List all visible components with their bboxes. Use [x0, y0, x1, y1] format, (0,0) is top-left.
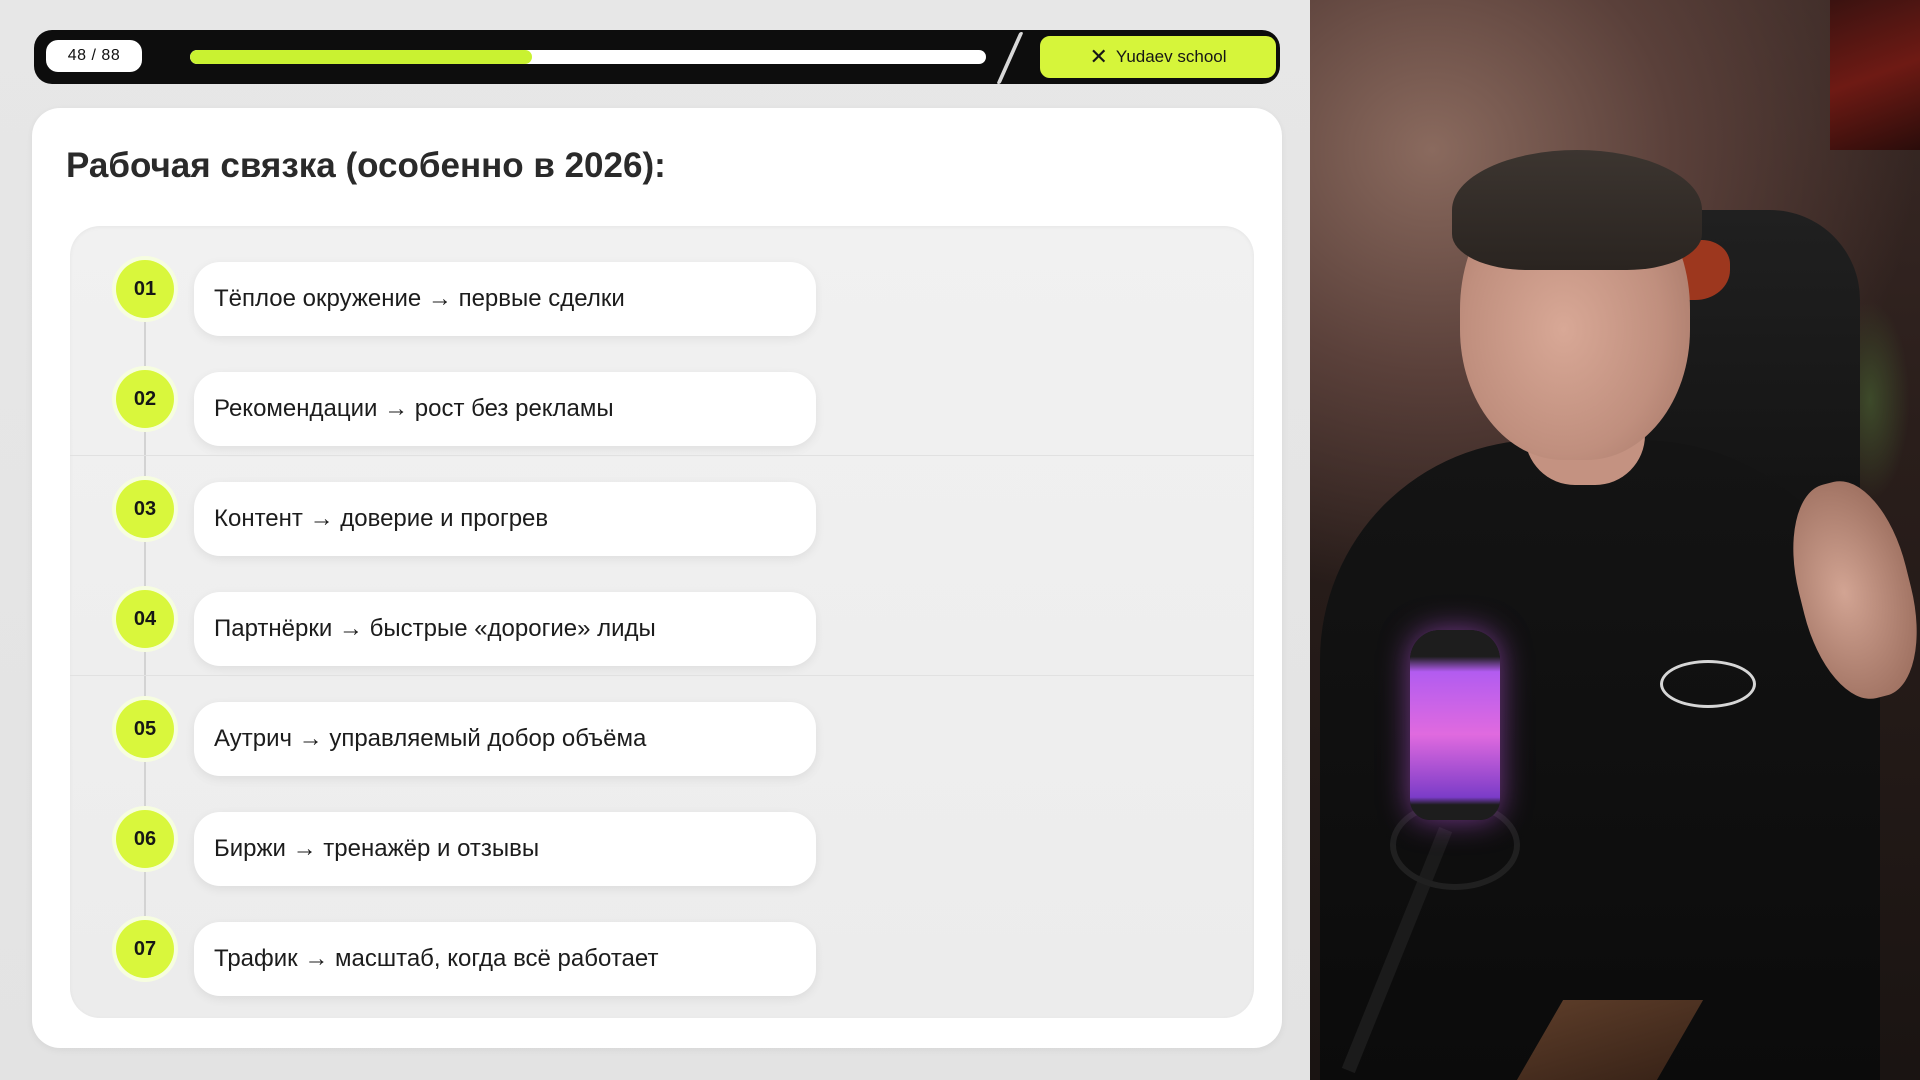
webcam-feed [1310, 0, 1920, 1080]
wall-poster [1830, 0, 1920, 150]
step-text: Трафик → масштаб, когда всё работает [194, 922, 816, 996]
step-text: Аутрич → управляемый добор объёма [194, 702, 816, 776]
list-item: 05 Аутрич → управляемый добор объёма [70, 676, 1254, 810]
step-number-badge: 01 [116, 260, 174, 318]
list-item: 07 Трафик → масштаб, когда всё работает [70, 896, 1254, 1006]
steps-list: 01 Тёплое окружение → первые сделки 02 Реко… [70, 226, 1254, 1018]
page-counter: 48 / 88 [46, 40, 142, 72]
list-item: 01 Тёплое окружение → первые сделки [70, 236, 1254, 370]
slide-title: Рабочая связка (особенно в 2026): [66, 146, 666, 185]
step-text: Тёплое окружение → первые сделки [194, 262, 816, 336]
x-logo-icon: ✕ [1089, 44, 1108, 69]
list-item: 04 Партнёрки → быстрые «дорогие» лиды [70, 566, 1254, 700]
step-text: Биржи → тренажёр и отзывы [194, 812, 816, 886]
list-item: 03 Контент → доверие и прогрев [70, 456, 1254, 590]
step-text: Контент → доверие и прогрев [194, 482, 816, 556]
progress-bar [190, 50, 986, 64]
list-item: 02 Рекомендации → рост без рекламы [70, 346, 1254, 480]
step-number-badge: 03 [116, 480, 174, 538]
divider-slash [996, 32, 1024, 84]
progress-bar-fill [190, 50, 533, 64]
slide-card: Рабочая связка (особенно в 2026): 01 Тёпл… [32, 108, 1282, 1048]
brand-name: Yudaev school [1115, 47, 1227, 66]
step-text: Партнёрки → быстрые «дорогие» лиды [194, 592, 816, 666]
microphone [1410, 630, 1500, 820]
brand-badge: ✕ Yudaev school [1038, 34, 1278, 80]
step-number-badge: 02 [116, 370, 174, 428]
list-item: 06 Биржи → тренажёр и отзывы [70, 786, 1254, 920]
presentation-slide: 48 / 88 ✕ Yudaev school Рабочая связка (… [0, 0, 1310, 1080]
step-number-badge: 04 [116, 590, 174, 648]
step-number-badge: 05 [116, 700, 174, 758]
video-frame: 48 / 88 ✕ Yudaev school Рабочая связка (… [0, 0, 1920, 1080]
presenter-hair [1452, 150, 1702, 270]
step-text: Рекомендации → рост без рекламы [194, 372, 816, 446]
step-number-badge: 07 [116, 920, 174, 978]
step-number-badge: 06 [116, 810, 174, 868]
shirt-logo [1660, 660, 1756, 708]
slide-top-bar: 48 / 88 ✕ Yudaev school [34, 30, 1280, 84]
